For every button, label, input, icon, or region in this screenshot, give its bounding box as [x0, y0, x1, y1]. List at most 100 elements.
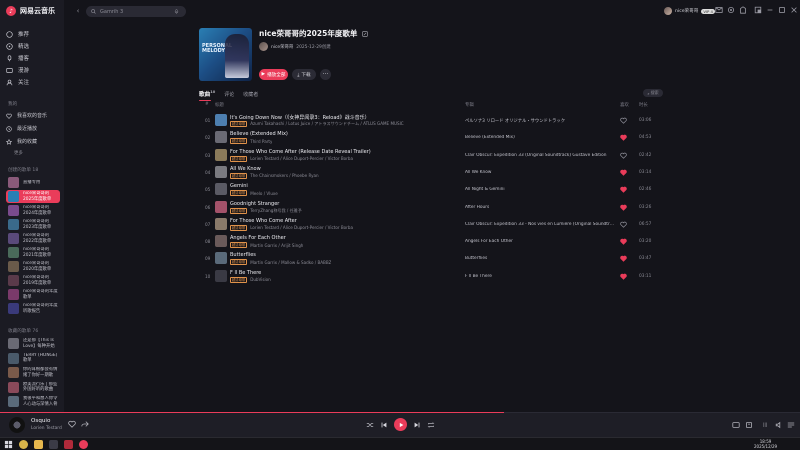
back-button[interactable]: ‹: [73, 6, 83, 16]
sidebar-favorite-item[interactable]: 你的耳根都会有情绪了你好一期歌: [6, 366, 60, 379]
now-playing-artist[interactable]: Lorien Testard: [31, 426, 62, 431]
chrome-icon[interactable]: [19, 440, 28, 449]
heart-outline-icon[interactable]: [620, 117, 627, 124]
col-title[interactable]: 标题: [215, 102, 224, 108]
minimize-icon[interactable]: [766, 6, 774, 14]
heart-filled-icon[interactable]: [620, 186, 627, 193]
settings-icon[interactable]: [727, 6, 735, 14]
skin-icon[interactable]: [739, 6, 747, 14]
more-button[interactable]: ···: [320, 69, 331, 80]
song-artist[interactable]: Lorien Testard / Alice Duport-Percier / …: [250, 156, 353, 161]
song-album[interactable]: All Night & Gemini: [465, 187, 615, 192]
heart-filled-icon[interactable]: [620, 134, 627, 142]
nav-recommend[interactable]: 推荐: [6, 29, 60, 39]
song-title[interactable]: Butterflies: [230, 252, 445, 258]
sidebar-playlist-item[interactable]: nice荣哥哥的2020年度歌单: [6, 260, 60, 273]
previous-icon[interactable]: [380, 421, 388, 429]
col-duration[interactable]: 时长: [639, 102, 648, 108]
song-title[interactable]: All We Know: [230, 166, 445, 172]
nav-featured[interactable]: 精选: [6, 41, 60, 51]
song-title[interactable]: Goodnight Stranger: [230, 201, 445, 207]
song-row[interactable]: 06 Goodnight Stranger 超清母带 TerryZhang称号我 / …: [199, 199, 669, 216]
song-row[interactable]: 03 For Those Who Come After (Release Date…: [199, 147, 669, 164]
song-title[interactable]: For Those Who Come After (Release Date R…: [230, 149, 445, 155]
next-icon[interactable]: [413, 421, 421, 429]
sidebar-playlist-item[interactable]: 直播专用: [6, 176, 60, 189]
my-recent-play[interactable]: 最近播放: [6, 124, 60, 133]
heart-filled-icon[interactable]: [620, 273, 627, 280]
favorite-playlists-header[interactable]: 收藏的歌单 76: [8, 328, 38, 334]
sidebar-favorite-item[interactable]: TERRY (HONGE) 歌单: [6, 352, 60, 365]
user-menu[interactable]: nice荣哥哥 VIP 4: [664, 6, 715, 16]
search-input[interactable]: Gamrih 3: [100, 9, 123, 15]
heart-filled-icon[interactable]: [620, 255, 627, 263]
song-row[interactable]: 09 Butterflies 超清母带 Martin Garrix / Mallow …: [199, 250, 669, 267]
song-artist[interactable]: The Chainsmokers / Phoebe Ryan: [250, 173, 318, 178]
song-album[interactable]: Believe (Extended Mix): [465, 135, 615, 140]
sidebar-playlist-item[interactable]: nice荣哥哥的2021年度歌单: [6, 246, 60, 259]
song-title[interactable]: It's Going Down Now（《女神异闻录3：Reload》战斗音乐）: [230, 114, 445, 121]
song-artist[interactable]: Lorien Testard / Alice Duport-Percier / …: [250, 225, 353, 230]
col-album[interactable]: 专辑: [465, 102, 474, 108]
now-playing-title[interactable]: Osquio: [31, 418, 50, 424]
playlist-creator[interactable]: nice荣哥哥 2025-12-29创建: [259, 42, 331, 51]
download-button[interactable]: ⤓ 下载: [292, 69, 316, 80]
sound-quality-icon[interactable]: [732, 421, 740, 429]
song-artist[interactable]: Third Party: [250, 139, 272, 144]
song-album[interactable]: F ll Be There: [465, 274, 615, 279]
play-all-button[interactable]: ▶ 播放全部: [259, 69, 288, 80]
song-title[interactable]: F ll Be There: [230, 270, 445, 276]
song-album[interactable]: Clair Obscur: Expedition 33 - Nos vies e…: [465, 222, 615, 227]
sidebar-favorite-item[interactable]: 欧美流行乐 | 那些外国好听的歌曲: [6, 381, 60, 394]
sidebar-favorite-item[interactable]: 我很平和想人你令人心动与深情入骨: [6, 395, 60, 408]
mail-icon[interactable]: [715, 6, 723, 14]
song-artist[interactable]: Martin Garrix / Arijit Singh: [250, 243, 303, 248]
netease-music-taskbar-icon[interactable]: [79, 440, 88, 449]
song-title[interactable]: Believe (Extended Mix): [230, 131, 445, 137]
song-album[interactable]: ペルソナ3 リロード オリジナル・サウンドトラック: [465, 118, 615, 124]
song-row[interactable]: 10 F ll Be There 超清母带 DubVision F ll Be Ther…: [199, 268, 669, 285]
shuffle-icon[interactable]: [366, 421, 374, 429]
sidebar-playlist-item[interactable]: nice荣哥哥的2019年度歌单: [6, 274, 60, 287]
nav-roam[interactable]: 漫游: [6, 65, 60, 75]
song-title[interactable]: Angels For Each Other: [230, 235, 445, 241]
sidebar-favorite-item[interactable]: 还是那【This Is Love】每种开始: [6, 337, 60, 350]
like-icon[interactable]: [68, 420, 76, 428]
heart-filled-icon[interactable]: [620, 238, 627, 245]
nav-podcast[interactable]: 播客: [6, 53, 60, 63]
edit-icon[interactable]: [362, 31, 368, 37]
song-artist[interactable]: Azumi Takahashi / Lotus Juice / アトラスサウンド…: [250, 121, 403, 127]
song-artist[interactable]: TerryZhang称号我 / 任雅予: [250, 208, 302, 214]
now-playing-art[interactable]: [9, 417, 25, 433]
repeat-icon[interactable]: [427, 421, 435, 429]
tab-songs[interactable]: 歌曲10: [199, 90, 215, 101]
sidebar-playlist-item[interactable]: nice荣哥哥的2024年度歌单: [6, 204, 60, 217]
song-row[interactable]: 01 It's Going Down Now（《女神异闻录3：Reload》战斗音…: [199, 112, 669, 129]
app-logo[interactable]: ♪ 网易云音乐: [6, 6, 55, 16]
song-album[interactable]: All We Know: [465, 170, 615, 175]
close-icon[interactable]: [790, 6, 798, 14]
share-icon[interactable]: [81, 420, 89, 428]
app-icon[interactable]: [49, 440, 58, 449]
heart-filled-icon[interactable]: [620, 169, 627, 176]
file-explorer-icon[interactable]: [34, 440, 43, 449]
song-row[interactable]: 04 All We Know 超清母带 The Chainsmokers / Phoe…: [199, 164, 669, 181]
game-launcher-icon[interactable]: [64, 440, 73, 449]
my-liked-music[interactable]: 我喜欢的音乐: [6, 111, 60, 120]
volume-icon[interactable]: [775, 421, 783, 429]
sidebar-playlist-item[interactable]: nice荣哥哥的2023年度歌单: [6, 218, 60, 231]
song-artist[interactable]: Martin Garrix / Mallow & Sadko / BABBZ: [250, 260, 331, 265]
play-button[interactable]: [394, 418, 407, 431]
volume-label[interactable]: |||: [763, 422, 767, 427]
song-album[interactable]: Butterflies: [465, 256, 615, 261]
song-title[interactable]: Gemini: [230, 183, 445, 189]
song-row[interactable]: 02 Believe (Extended Mix) 超清母带 Third Party B…: [199, 129, 669, 146]
voice-search-button[interactable]: [171, 6, 182, 17]
song-album[interactable]: Angels For Each Other: [465, 239, 615, 244]
heart-outline-icon[interactable]: [620, 152, 627, 159]
my-collection[interactable]: 我的收藏: [6, 137, 60, 146]
heart-filled-icon[interactable]: [620, 204, 627, 211]
sidebar-playlist-item[interactable]: nice荣哥哥的2022年度歌单: [6, 232, 60, 245]
mini-mode-icon[interactable]: [754, 6, 762, 14]
song-row[interactable]: 05 Gemini 超清母带 Meelo / Vluxe All Night & Gem…: [199, 181, 669, 198]
